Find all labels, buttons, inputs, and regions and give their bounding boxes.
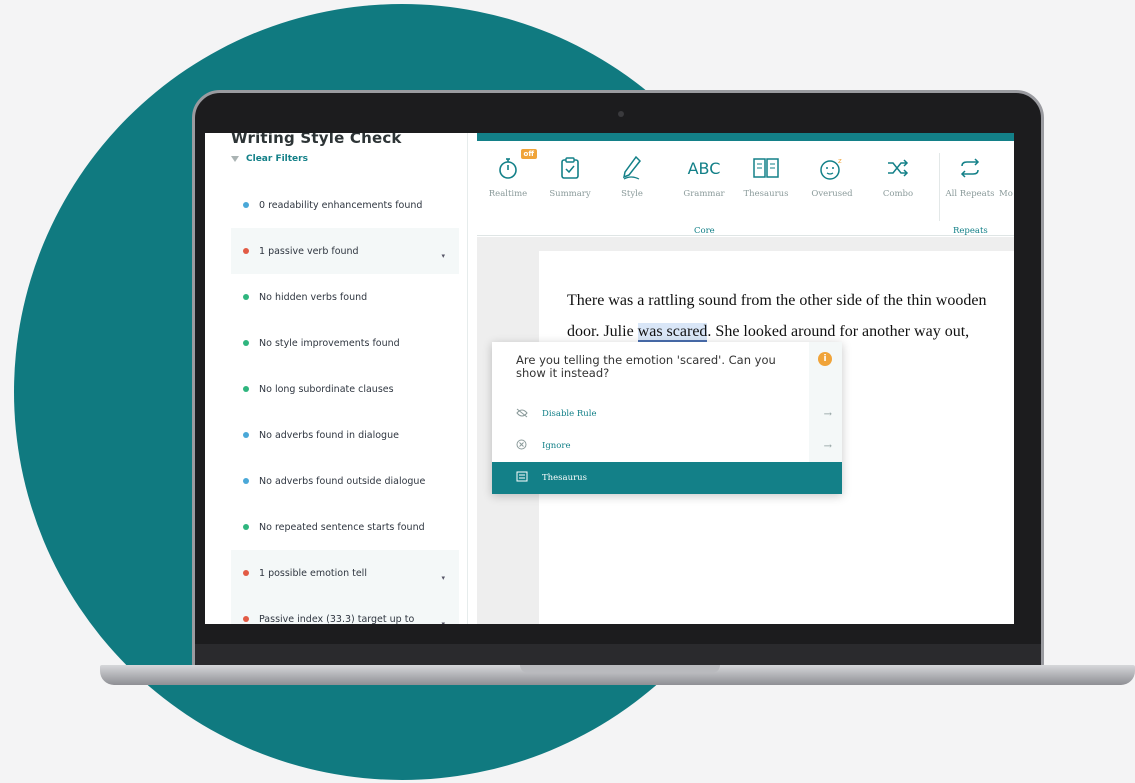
tool-realtime[interactable]: off Realtime xyxy=(477,149,539,199)
arrow-right-icon: → xyxy=(823,408,832,420)
tool-all-repeats[interactable]: All Repeats xyxy=(939,151,1001,199)
popup-question: Are you telling the emotion 'scared'. Ca… xyxy=(516,353,776,380)
tool-summary[interactable]: Summary xyxy=(539,151,601,199)
realtime-off-badge: off xyxy=(520,149,537,159)
tool-combo[interactable]: Combo xyxy=(867,151,929,199)
ignore-button[interactable]: Ignore → xyxy=(492,430,842,462)
thesaurus-button[interactable]: Thesaurus xyxy=(492,462,842,494)
svg-text:z: z xyxy=(838,157,842,165)
report-toolbar: off Realtime Summary Style ABC Grammar T… xyxy=(477,141,1014,236)
app-screen: Writing Style Check Clear Filters 0 read… xyxy=(205,133,1014,624)
tool-label: Mo xyxy=(999,189,1013,199)
style-check-sidebar: Writing Style Check Clear Filters 0 read… xyxy=(205,133,468,624)
tool-label: Realtime xyxy=(488,189,528,199)
status-dot xyxy=(243,386,249,392)
book-icon xyxy=(516,471,530,485)
status-dot xyxy=(243,478,249,484)
status-dot xyxy=(243,570,249,576)
disable-rule-button[interactable]: Disable Rule → xyxy=(492,398,842,430)
abc-check-icon: ABC xyxy=(687,158,721,178)
status-dot xyxy=(243,340,249,346)
sidebar-title: Writing Style Check xyxy=(231,133,402,147)
thesaurus-label: Thesaurus xyxy=(542,473,587,483)
style-result-label: 1 possible emotion tell xyxy=(259,567,367,579)
style-result-label: No long subordinate clauses xyxy=(259,383,394,395)
style-result-item[interactable]: Passive index (33.3) target up to ▾ xyxy=(231,596,459,624)
text-after: . She looked around for another way out, xyxy=(707,323,970,340)
style-result-item[interactable]: No repeated sentence starts found xyxy=(231,504,459,550)
laptop-base-notch xyxy=(520,665,720,673)
book-icon xyxy=(735,151,797,185)
status-dot xyxy=(243,294,249,300)
clipboard-icon xyxy=(539,151,601,185)
style-result-label: No style improvements found xyxy=(259,337,400,349)
laptop-base xyxy=(100,665,1135,685)
clear-filters-button[interactable]: Clear Filters xyxy=(231,154,308,164)
style-result-item[interactable]: 0 readability enhancements found xyxy=(231,182,459,228)
tool-thesaurus[interactable]: Thesaurus xyxy=(735,151,797,199)
highlighted-phrase[interactable]: was scared xyxy=(637,323,708,342)
status-dot xyxy=(243,524,249,530)
style-result-item[interactable]: No adverbs found outside dialogue xyxy=(231,458,459,504)
style-results-list: 0 readability enhancements found 1 passiv… xyxy=(231,182,459,624)
chevron-down-icon[interactable]: ▾ xyxy=(441,574,445,582)
tool-label: Style xyxy=(621,189,643,199)
filter-icon xyxy=(231,156,239,162)
style-result-label: No adverbs found outside dialogue xyxy=(259,475,426,487)
clear-filters-label: Clear Filters xyxy=(246,154,308,164)
style-result-item[interactable]: No long subordinate clauses xyxy=(231,366,459,412)
style-result-item[interactable]: No adverbs found in dialogue xyxy=(231,412,459,458)
chevron-down-icon[interactable]: ▾ xyxy=(441,620,445,624)
laptop-lid: Writing Style Check Clear Filters 0 read… xyxy=(192,90,1044,670)
tool-grammar[interactable]: ABC Grammar xyxy=(673,151,735,200)
tool-label: Combo xyxy=(882,189,914,199)
document-text[interactable]: There was a rattling sound from the othe… xyxy=(567,285,1012,347)
pen-icon xyxy=(601,151,663,185)
camera-dot xyxy=(618,111,624,117)
style-result-label: No adverbs found in dialogue xyxy=(259,429,399,441)
tool-label: Grammar xyxy=(683,189,725,199)
style-result-item[interactable]: No hidden verbs found xyxy=(231,274,459,320)
style-result-item[interactable]: No style improvements found xyxy=(231,320,459,366)
stopwatch-icon: off xyxy=(477,149,539,185)
repeat-icon xyxy=(939,151,1001,185)
tool-more[interactable]: Mo xyxy=(999,151,1014,199)
tool-overused[interactable]: z Overused xyxy=(801,151,863,199)
ignore-label: Ignore xyxy=(542,441,571,451)
eye-off-icon xyxy=(516,408,530,421)
group-label-core: Core xyxy=(694,226,715,236)
arrow-right-icon: → xyxy=(823,440,832,452)
tool-label: Summary xyxy=(549,189,591,199)
tool-label: All Repeats xyxy=(945,189,995,199)
info-icon[interactable]: i xyxy=(818,352,832,366)
style-result-label: No hidden verbs found xyxy=(259,291,368,303)
style-result-item[interactable]: 1 passive verb found ▾ xyxy=(231,228,459,274)
status-dot xyxy=(243,432,249,438)
suggestion-popup: Are you telling the emotion 'scared'. Ca… xyxy=(492,342,842,494)
disable-rule-label: Disable Rule xyxy=(542,409,597,419)
style-result-label: No repeated sentence starts found xyxy=(259,521,425,533)
tool-label: Overused xyxy=(811,189,853,199)
tool-label: Thesaurus xyxy=(743,189,789,199)
style-result-label: 0 readability enhancements found xyxy=(259,199,423,211)
x-circle-icon xyxy=(516,439,530,453)
laptop-screen-chin xyxy=(195,644,1041,666)
status-dot xyxy=(243,248,249,254)
tool-style[interactable]: Style xyxy=(601,151,663,199)
status-dot xyxy=(243,616,249,622)
chevron-down-icon[interactable]: ▾ xyxy=(441,252,445,260)
shuffle-icon xyxy=(867,151,929,185)
style-result-item[interactable]: 1 possible emotion tell ▾ xyxy=(231,550,459,596)
group-label-repeats: Repeats xyxy=(953,226,988,236)
style-result-label: Passive index (33.3) target up to xyxy=(259,613,415,625)
style-result-label: 1 passive verb found xyxy=(259,245,359,257)
status-dot xyxy=(243,202,249,208)
sleepy-face-icon: z xyxy=(801,151,863,185)
toolbar-header-stripe xyxy=(477,133,1014,141)
